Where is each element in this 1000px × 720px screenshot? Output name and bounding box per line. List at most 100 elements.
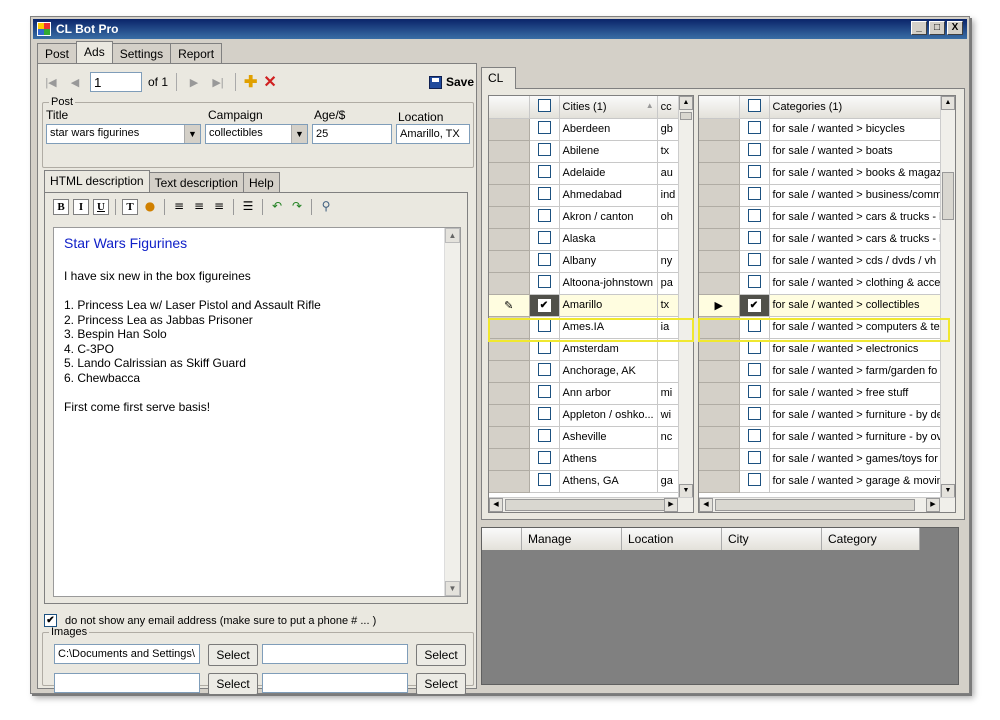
city-checkbox[interactable]	[537, 298, 551, 312]
city-name-cell[interactable]: Adelaide	[559, 162, 658, 185]
tab-settings[interactable]: Settings	[111, 43, 172, 63]
tab-help[interactable]: Help	[242, 172, 280, 192]
scroll-down-icon[interactable]: ▼	[679, 484, 693, 498]
city-checkbox[interactable]	[537, 407, 551, 420]
category-checkbox[interactable]	[747, 385, 761, 398]
city-name-cell[interactable]: Asheville	[559, 426, 658, 449]
country-code-cell[interactable]: tx	[657, 140, 680, 163]
city-name-cell[interactable]: Amarillo	[559, 294, 658, 317]
category-checkbox[interactable]	[747, 363, 761, 376]
city-row[interactable]: Athens	[489, 448, 680, 471]
chevron-down-icon[interactable]: ▼	[291, 125, 307, 143]
scroll-down-icon[interactable]: ▼	[445, 581, 460, 596]
category-checkbox[interactable]	[747, 121, 761, 134]
city-checkbox[interactable]	[537, 209, 551, 222]
category-checkbox[interactable]	[747, 165, 761, 178]
category-checkbox[interactable]	[747, 275, 761, 288]
scroll-up-icon[interactable]: ▲	[445, 228, 460, 243]
country-code-column-header[interactable]: cc	[657, 96, 680, 119]
maximize-button[interactable]: □	[929, 21, 945, 35]
row-header[interactable]	[489, 448, 530, 471]
move-first-icon[interactable]: |◀	[42, 76, 60, 89]
city-name-cell[interactable]: Amsterdam	[559, 338, 658, 361]
location-input[interactable]	[396, 124, 470, 144]
category-row[interactable]: for sale / wanted > boats	[699, 140, 947, 163]
row-header[interactable]	[489, 404, 530, 427]
category-row[interactable]: for sale / wanted > cars & trucks - l	[699, 228, 947, 251]
category-row[interactable]: for sale / wanted > business/comm	[699, 184, 947, 207]
move-last-icon[interactable]: ▶|	[209, 76, 227, 89]
country-code-cell[interactable]	[657, 338, 680, 361]
scroll-up-icon[interactable]: ▲	[679, 96, 693, 110]
underline-icon[interactable]: U	[93, 199, 109, 215]
country-code-cell[interactable]: mi	[657, 382, 680, 405]
select-image-button-3[interactable]: Select	[208, 673, 258, 695]
city-row[interactable]: Ahmedabad ind	[489, 184, 680, 207]
categories-horizontal-scrollbar[interactable]: ◀ ▶	[699, 497, 955, 512]
country-code-cell[interactable]	[657, 448, 680, 471]
image-path-input-1[interactable]	[54, 644, 200, 664]
editor-scrollbar[interactable]: ▲ ▼	[444, 228, 460, 596]
city-row[interactable]: Akron / canton oh	[489, 206, 680, 229]
scroll-up-icon[interactable]: ▲	[941, 96, 955, 110]
align-center-icon[interactable]: ≡	[191, 199, 207, 215]
row-header[interactable]	[489, 272, 530, 295]
image-path-input-2[interactable]	[262, 644, 408, 664]
category-name-cell[interactable]: for sale / wanted > boats	[769, 140, 947, 163]
category-row[interactable]: for sale / wanted > cds / dvds / vh	[699, 250, 947, 273]
select-image-button-2[interactable]: Select	[416, 644, 466, 666]
scroll-left-icon[interactable]: ◀	[489, 498, 503, 512]
country-code-cell[interactable]: ind	[657, 184, 680, 207]
category-name-cell[interactable]: for sale / wanted > business/comm	[769, 184, 947, 207]
image-path-input-3[interactable]	[54, 673, 200, 693]
country-code-cell[interactable]: tx	[657, 294, 680, 317]
row-header[interactable]	[699, 448, 740, 471]
scroll-right-icon[interactable]: ▶	[926, 498, 940, 512]
country-code-cell[interactable]: au	[657, 162, 680, 185]
tab-html-description[interactable]: HTML description	[44, 170, 150, 192]
category-name-cell[interactable]: for sale / wanted > collectibles	[769, 294, 947, 317]
city-checkbox[interactable]	[537, 319, 551, 332]
category-checkbox[interactable]	[747, 407, 761, 420]
category-row[interactable]: for sale / wanted > garage & movin	[699, 470, 947, 493]
category-checkbox[interactable]	[747, 298, 761, 312]
city-checkbox[interactable]	[537, 187, 551, 200]
city-row[interactable]: Anchorage, AK	[489, 360, 680, 383]
category-name-cell[interactable]: for sale / wanted > computers & te	[769, 316, 947, 339]
city-row[interactable]: Abilene tx	[489, 140, 680, 163]
category-checkbox[interactable]	[747, 231, 761, 244]
category-checkbox[interactable]	[747, 187, 761, 200]
category-checkbox[interactable]	[747, 429, 761, 442]
categories-select-all-checkbox[interactable]	[747, 98, 761, 112]
redo-icon[interactable]: ↷	[289, 199, 305, 215]
color-palette-icon[interactable]: ●	[142, 199, 158, 215]
bold-icon[interactable]: B	[53, 199, 69, 215]
city-row[interactable]: Adelaide au	[489, 162, 680, 185]
city-row[interactable]: Asheville nc	[489, 426, 680, 449]
country-code-cell[interactable]: wi	[657, 404, 680, 427]
country-code-cell[interactable]: ny	[657, 250, 680, 273]
location-column-header[interactable]: Location	[622, 528, 722, 550]
category-name-cell[interactable]: for sale / wanted > electronics	[769, 338, 947, 361]
close-button[interactable]: X	[947, 21, 963, 35]
category-row[interactable]: for sale / wanted > electronics	[699, 338, 947, 361]
city-row[interactable]: Alaska	[489, 228, 680, 251]
minimize-button[interactable]: _	[911, 21, 927, 35]
row-header[interactable]	[489, 316, 530, 339]
city-name-cell[interactable]: Altoona-johnstown	[559, 272, 658, 295]
row-header[interactable]	[699, 404, 740, 427]
country-code-cell[interactable]: oh	[657, 206, 680, 229]
category-checkbox[interactable]	[747, 341, 761, 354]
city-checkbox[interactable]	[537, 165, 551, 178]
city-row[interactable]: Altoona-johnstown pa	[489, 272, 680, 295]
categories-column-header[interactable]: Categories (1)	[769, 96, 947, 119]
city-name-cell[interactable]: Ann arbor	[559, 382, 658, 405]
add-new-icon[interactable]: ✚	[244, 72, 257, 92]
city-column-header[interactable]: City	[722, 528, 822, 550]
city-checkbox[interactable]	[537, 473, 551, 486]
category-checkbox[interactable]	[747, 319, 761, 332]
undo-icon[interactable]: ↶	[269, 199, 285, 215]
city-name-cell[interactable]: Appleton / oshko...	[559, 404, 658, 427]
city-name-cell[interactable]: Ames.IA	[559, 316, 658, 339]
city-checkbox[interactable]	[537, 363, 551, 376]
